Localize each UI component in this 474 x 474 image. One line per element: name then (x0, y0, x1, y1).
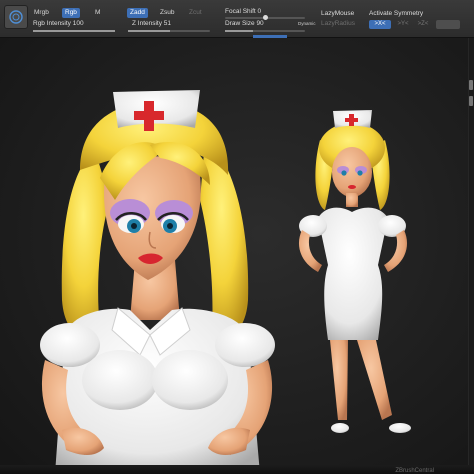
rgb-intensity-track[interactable] (33, 30, 115, 32)
focal-shift-track[interactable] (225, 15, 305, 20)
rgb-intensity-label: Rgb Intensity (33, 20, 71, 27)
focal-shift-slider[interactable]: Focal Shift 0 (225, 8, 261, 15)
nurse-bust-model (40, 90, 275, 474)
sphere-brush-icon (9, 10, 23, 24)
z-intensity-track[interactable] (128, 30, 210, 32)
rgb-intensity-slider[interactable]: Rgb Intensity 100 (33, 20, 84, 27)
brush-icon[interactable] (4, 5, 28, 29)
draw-size-track[interactable] (225, 30, 305, 32)
mrgb-button[interactable]: Mrgb (31, 8, 52, 18)
zsub-button[interactable]: Zsub (157, 8, 177, 18)
z-intensity-value: 51 (163, 20, 172, 27)
m-button[interactable]: M (92, 8, 103, 18)
rgb-intensity-value: 100 (72, 20, 84, 27)
draw-size-value: 90 (256, 20, 264, 27)
symmetry-r-button[interactable] (436, 20, 460, 29)
rgb-intensity-fill (33, 30, 115, 32)
z-intensity-fill (128, 30, 170, 32)
draw-size-fill (225, 30, 253, 32)
bottom-status-strip: ZBrushCentral (0, 465, 474, 474)
dynamic-toggle[interactable]: Dynamic (298, 21, 316, 26)
zadd-button[interactable]: Zadd (127, 8, 148, 18)
shelf-icon[interactable] (469, 96, 473, 106)
nurse-fullbody-model (298, 110, 411, 433)
focal-shift-value: 0 (257, 8, 262, 15)
right-shelf (468, 38, 474, 474)
symmetry-y-button[interactable]: >Y< (394, 20, 412, 29)
focal-shift-label: Focal Shift (225, 8, 256, 15)
rgb-button[interactable]: Rgb (62, 8, 80, 18)
symmetry-z-button[interactable]: >Z< (414, 20, 432, 29)
watermark-text: ZBrushCentral (395, 468, 434, 474)
top-toolbar: Mrgb Rgb M Rgb Intensity 100 Zadd Zsub Z… (0, 0, 474, 38)
nurse-cap (113, 90, 200, 128)
z-intensity-label: Z Intensity (132, 20, 162, 27)
draw-size-slider[interactable]: Draw Size 90 (225, 20, 264, 27)
shelf-icon[interactable] (469, 80, 473, 90)
lazyradius-slider[interactable]: LazyRadius (321, 20, 355, 27)
zcut-button[interactable]: Zcut (186, 8, 205, 18)
z-intensity-slider[interactable]: Z Intensity 51 (132, 20, 171, 27)
activate-symmetry-button[interactable]: Activate Symmetry (369, 10, 423, 17)
canvas-viewport[interactable]: ZBrushCentral (0, 38, 474, 474)
lazymouse-button[interactable]: LazyMouse (321, 10, 354, 17)
symmetry-x-button[interactable]: >X< (369, 20, 391, 29)
sculpt-render (40, 90, 411, 474)
draw-size-label: Draw Size (225, 20, 255, 27)
